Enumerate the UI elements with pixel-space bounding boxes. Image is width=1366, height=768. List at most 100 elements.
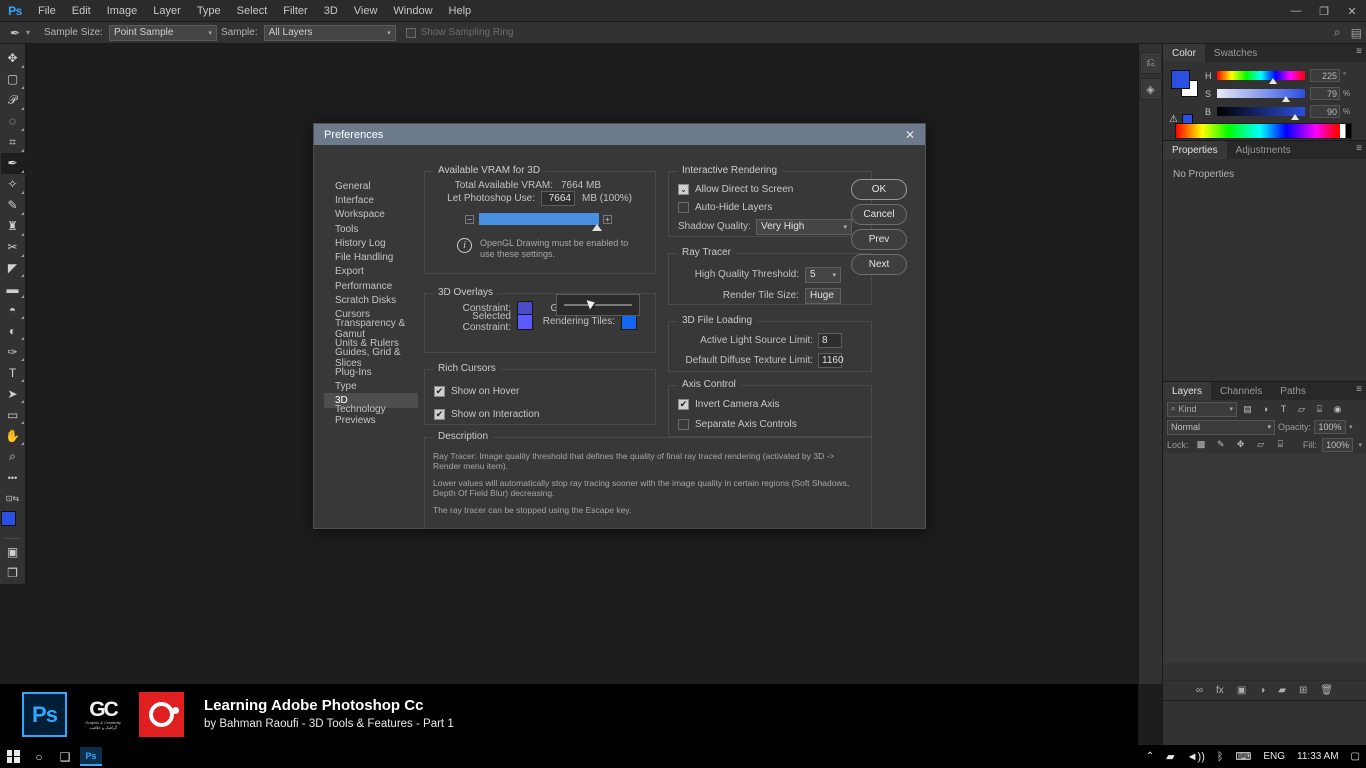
nav-general[interactable]: General [324,179,418,193]
separate-axis-controls-row[interactable]: Separate Axis Controls [678,417,871,432]
brightness-slider-thumb[interactable] [1291,114,1299,120]
link-layers-icon[interactable]: ∞ [1196,685,1203,696]
tool-preset-chevron-down-icon[interactable]: ▾ [26,28,30,37]
lock-all-icon[interactable]: ⌸ [1273,437,1288,452]
hue-value[interactable]: 225 [1310,69,1340,82]
layer-style-icon[interactable]: fx [1216,685,1224,696]
network-icon[interactable]: ▰ [1160,745,1180,768]
nav-interface[interactable]: Interface [324,193,418,207]
menu-layer[interactable]: Layer [145,0,189,22]
filter-smart-icon[interactable]: ⌸ [1312,402,1327,417]
new-group-icon[interactable]: ▰ [1278,685,1286,696]
type-tool[interactable]: T [1,362,25,383]
auto-hide-layers-row[interactable]: Auto-Hide Layers [678,200,871,215]
menu-window[interactable]: Window [385,0,440,22]
eraser-tool[interactable]: ◤ [1,258,25,279]
marquee-tool[interactable]: ▢ [1,69,25,90]
photoshop-use-input[interactable]: 7664 [541,191,575,206]
crop-tool[interactable]: ⌗ [1,132,25,153]
cortana-search-icon[interactable]: ○ [26,745,52,768]
taskbar-photoshop-button[interactable]: Ps [78,745,104,768]
menu-image[interactable]: Image [99,0,146,22]
color-swatches[interactable] [0,509,25,535]
arrange-documents-icon[interactable]: ▤ [1351,26,1362,40]
nav-tools[interactable]: Tools [324,222,418,236]
tray-chevron-up-icon[interactable]: ⌃ [1140,745,1160,768]
rectangle-tool[interactable]: ▭ [1,404,25,425]
menu-help[interactable]: Help [441,0,480,22]
show-on-interaction-checkbox[interactable]: ✔ [434,409,445,420]
actions-panel-icon[interactable]: ◈ [1139,78,1162,100]
opacity-chevron-down-icon[interactable]: ▾ [1349,423,1353,431]
keyboard-icon[interactable]: ⌨ [1229,745,1257,768]
clone-stamp-tool[interactable]: ♜ [1,216,25,237]
tab-layers[interactable]: Layers [1163,382,1212,400]
layers-panel-menu-icon[interactable]: ≡ [1356,385,1362,395]
lock-artboard-icon[interactable]: ▱ [1253,437,1268,452]
eyedropper-tool[interactable]: ✒ [0,152,25,174]
move-tool[interactable]: ✥ [1,48,25,69]
menu-file[interactable]: File [30,0,64,22]
nav-transparency-gamut[interactable]: Transparency & Gamut [324,318,418,340]
opacity-value[interactable]: 100% [1314,420,1347,434]
allow-direct-to-screen-checkbox[interactable]: ⌄ [678,184,689,195]
brush-tool[interactable]: ✎ [1,195,25,216]
nav-scratch-disks[interactable]: Scratch Disks [324,293,418,307]
pen-tool[interactable]: ✑ [1,341,25,362]
brightness-slider-track[interactable] [1217,107,1305,120]
nav-file-handling[interactable]: File Handling [324,250,418,264]
show-sampling-ring-checkbox[interactable] [405,27,416,38]
menu-view[interactable]: View [346,0,386,22]
filter-adjustment-icon[interactable]: ◑ [1258,402,1273,417]
sample-size-select[interactable]: Point Sample ▾ [108,24,217,41]
separate-axis-controls-checkbox[interactable] [678,419,689,430]
saturation-slider-thumb[interactable] [1282,96,1290,102]
history-brush-tool[interactable]: ✂ [1,237,25,258]
invert-camera-axis-checkbox[interactable]: ✔ [678,399,689,410]
blend-mode-select[interactable]: Normal ▾ [1167,419,1275,435]
fill-chevron-down-icon[interactable]: ▾ [1358,441,1362,449]
show-on-hover-row[interactable]: ✔ Show on Hover [434,384,655,399]
high-quality-threshold-select[interactable]: 5 ▾ [805,266,841,283]
new-layer-icon[interactable]: ⊞ [1299,685,1307,696]
lasso-tool[interactable]: 𝒫 [1,90,25,111]
allow-direct-to-screen-row[interactable]: ⌄ Allow Direct to Screen [678,182,871,197]
vram-increase-button[interactable]: + [603,215,612,224]
nav-type[interactable]: Type [324,379,418,393]
language-indicator[interactable]: ENG [1257,745,1291,768]
adjustment-layer-icon[interactable]: ◑ [1259,685,1265,696]
tab-color[interactable]: Color [1163,44,1205,62]
windows-start-icon[interactable] [0,745,26,768]
hue-slider-track[interactable] [1217,71,1305,84]
clock[interactable]: 11:33 AM [1291,745,1345,768]
more-tools-icon[interactable]: ••• [1,467,25,488]
cancel-button[interactable]: Cancel [851,204,907,225]
tab-channels[interactable]: Channels [1211,382,1272,400]
hue-slider-thumb[interactable] [1269,78,1277,84]
lock-image-icon[interactable]: ✎ [1213,437,1228,452]
zoom-tool[interactable]: ⌕ [1,446,25,467]
nav-history-log[interactable]: History Log [324,236,418,250]
quick-mask-icon[interactable]: ▣ [1,542,25,563]
ok-button[interactable]: OK [851,179,907,200]
menu-3d[interactable]: 3D [316,0,346,22]
filter-type-icon[interactable]: T [1276,402,1291,417]
vram-slider-thumb[interactable] [592,224,602,231]
render-tile-size-select[interactable]: Huge [805,287,841,304]
hue-slider-row[interactable]: H 225 ° [1205,68,1358,84]
menu-type[interactable]: Type [189,0,229,22]
nav-export[interactable]: Export [324,265,418,279]
shadow-quality-select[interactable]: Very High ▾ [756,218,852,235]
menu-filter[interactable]: Filter [275,0,315,22]
brightness-slider-row[interactable]: B 90 % [1205,104,1358,120]
bluetooth-icon[interactable]: ᛒ [1211,745,1230,768]
filter-pixel-icon[interactable]: ▤ [1240,402,1255,417]
color-spectrum-strip[interactable] [1175,123,1352,139]
prev-button[interactable]: Prev [851,229,907,250]
color-panel-menu-icon[interactable]: ≡ [1356,47,1362,57]
menu-edit[interactable]: Edit [64,0,99,22]
dodge-tool[interactable]: ◐ [1,320,25,341]
saturation-value[interactable]: 79 [1310,87,1340,100]
task-view-icon[interactable]: ❑ [52,745,78,768]
color-panel-swatches[interactable] [1171,70,1199,98]
